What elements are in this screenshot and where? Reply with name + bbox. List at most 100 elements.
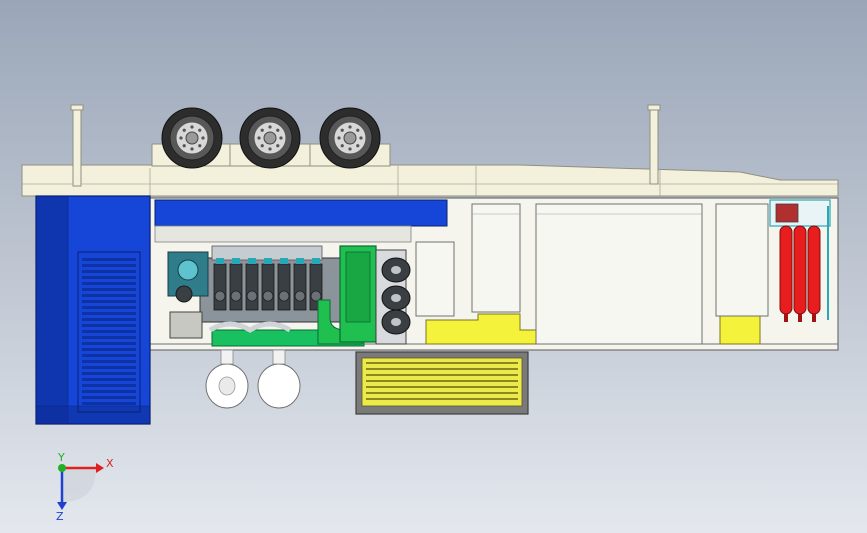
baffle-line xyxy=(366,398,518,400)
grille-slat xyxy=(82,396,136,399)
lug-nut xyxy=(337,136,341,140)
lug-nut xyxy=(260,128,264,132)
stanchion-post xyxy=(647,104,661,111)
cylinder xyxy=(245,263,259,311)
pulley-hub xyxy=(391,266,401,274)
cabinet-main xyxy=(535,203,703,345)
alternator-end-cap xyxy=(415,241,455,317)
cylinder-cap xyxy=(232,258,240,264)
stanchion-post xyxy=(649,107,659,185)
lug-nut xyxy=(348,125,352,129)
cylinder-valve xyxy=(784,314,788,322)
cylinder-cap xyxy=(216,258,224,264)
lug-nut xyxy=(356,128,360,132)
gas-cylinder xyxy=(779,225,793,315)
cylinder-cap xyxy=(264,258,272,264)
gas-cylinder-bank xyxy=(779,225,821,322)
gas-cylinder xyxy=(807,225,821,315)
lug-nut xyxy=(201,136,205,140)
grille-slat xyxy=(82,282,136,285)
grille-slat xyxy=(82,336,136,339)
generator-trailer-drawing: X Y Z xyxy=(21,104,839,523)
grille-slat xyxy=(82,264,136,267)
air-filter xyxy=(257,363,301,409)
lug-nut xyxy=(190,125,194,129)
lug-nut xyxy=(276,144,280,148)
drive-pulleys xyxy=(381,257,411,335)
baffle-line xyxy=(366,374,518,376)
cylinder-valve xyxy=(812,314,816,322)
lug-nut xyxy=(179,136,183,140)
lug-nut xyxy=(190,147,194,151)
baffle-line xyxy=(366,368,518,370)
grille-slat xyxy=(82,354,136,357)
grille-slat xyxy=(82,348,136,351)
lug-nut xyxy=(268,125,272,129)
cylinder-valve-block xyxy=(775,203,799,223)
grille-slat xyxy=(82,330,136,333)
grille-slat xyxy=(82,306,136,309)
radiator-bottom xyxy=(35,405,151,425)
cylinder xyxy=(277,263,291,311)
x-axis-label: X xyxy=(106,457,114,470)
duct-rail xyxy=(154,225,412,243)
oil-filter-housing xyxy=(169,311,203,339)
grille-slat xyxy=(82,360,136,363)
injector xyxy=(294,290,306,302)
cabinet-right xyxy=(715,203,769,317)
lug-nut xyxy=(340,128,344,132)
z-axis-arrow xyxy=(57,502,67,510)
lug-nut xyxy=(279,136,283,140)
exhaust-silencer xyxy=(355,351,529,415)
grille-slat xyxy=(82,378,136,381)
pulley-hub xyxy=(391,318,401,326)
cylinder xyxy=(261,263,275,311)
grille-slat xyxy=(82,342,136,345)
lug-nut xyxy=(359,136,363,140)
wheel-hub xyxy=(263,131,277,145)
y-axis-label: Y xyxy=(57,451,65,464)
lug-nut xyxy=(198,144,202,148)
cabinet-left xyxy=(471,203,521,313)
cylinder-valve xyxy=(798,314,802,322)
y-axis-point xyxy=(58,464,66,472)
lug-nut xyxy=(268,147,272,151)
baffle-line xyxy=(366,380,518,382)
lug-nut xyxy=(198,128,202,132)
lug-nut xyxy=(340,144,344,148)
filter-neck xyxy=(220,349,234,365)
cylinder-cap xyxy=(280,258,288,264)
cylinder xyxy=(213,263,227,311)
generator-flange xyxy=(345,251,371,323)
engine-head xyxy=(211,245,323,261)
cylinder-cap xyxy=(248,258,256,264)
grille-slat xyxy=(82,390,136,393)
turbo-wheel xyxy=(177,259,199,281)
turbo-wheel-2 xyxy=(175,285,193,303)
radiator-side-panel xyxy=(35,195,69,425)
grille-slat xyxy=(82,258,136,261)
grille-slat xyxy=(82,300,136,303)
x-axis-arrow xyxy=(96,463,104,473)
grille-slat xyxy=(82,288,136,291)
axis-triad: X Y Z xyxy=(56,451,114,523)
grille-slat xyxy=(82,294,136,297)
cad-viewport[interactable]: X Y Z xyxy=(0,0,867,533)
stanchion-post xyxy=(70,104,84,111)
cylinder xyxy=(293,263,307,311)
injector xyxy=(214,290,226,302)
lug-nut xyxy=(257,136,261,140)
grille-slat xyxy=(82,366,136,369)
cylinder-cap xyxy=(312,258,320,264)
filter-neck xyxy=(272,349,286,365)
lug-nut xyxy=(182,128,186,132)
grille-slat xyxy=(82,384,136,387)
baffle-line xyxy=(366,362,518,364)
lug-nut xyxy=(182,144,186,148)
grille-slat xyxy=(82,312,136,315)
wheel-hub xyxy=(343,131,357,145)
deck-rail xyxy=(21,164,839,197)
baffle-line xyxy=(366,386,518,388)
lug-nut xyxy=(276,128,280,132)
air-filters xyxy=(205,349,301,409)
